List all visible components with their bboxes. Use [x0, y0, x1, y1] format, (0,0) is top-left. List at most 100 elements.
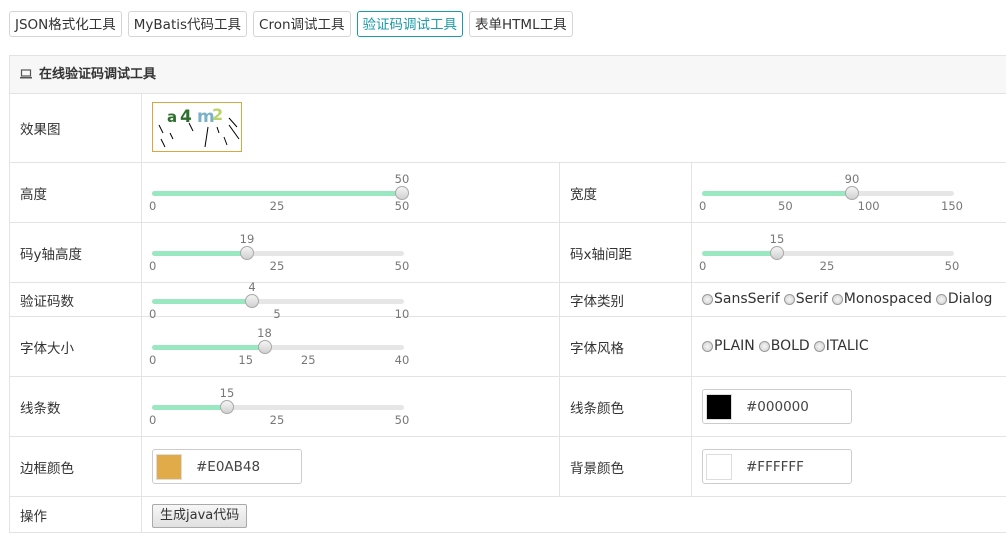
line-color-swatch[interactable] [706, 393, 732, 420]
slider-value-label: 50 [394, 172, 410, 186]
width-slider[interactable]: 90 0 50 100 150 [699, 172, 963, 217]
slider-handle[interactable] [845, 186, 859, 200]
line-count-slider[interactable]: 15 0 25 50 [149, 386, 409, 431]
slider-track[interactable] [152, 405, 404, 410]
font-family-label: 字体类别 [559, 283, 691, 316]
font-style-option[interactable]: BOLD [758, 338, 810, 354]
y-offset-label: 码y轴高度 [20, 246, 82, 263]
slider-tick-label: 25 [300, 353, 316, 367]
border-color-swatch[interactable] [156, 453, 182, 480]
slider-tick-label: 50 [778, 199, 793, 213]
slider-tick-label: 0 [699, 259, 707, 273]
slider-tick-label: 15 [238, 353, 254, 367]
slider-tick-label: 25 [269, 199, 285, 213]
option-label: Monospaced [843, 291, 932, 307]
height-label: 高度 [20, 186, 47, 203]
slider-tick-label: 50 [394, 199, 410, 213]
svg-text:4: 4 [180, 107, 192, 127]
slider-track[interactable] [152, 345, 404, 350]
slider-handle[interactable] [220, 400, 234, 414]
tab-cron[interactable]: Cron调试工具 [253, 11, 351, 37]
tab-json[interactable]: JSON格式化工具 [9, 11, 122, 37]
slider-handle[interactable] [257, 340, 272, 354]
option-label: BOLD [770, 338, 810, 354]
tab-form-html[interactable]: 表单HTML工具 [469, 11, 573, 37]
preview-label: 效果图 [20, 121, 61, 138]
radio-circle-icon [783, 293, 795, 305]
generate-java-code-button[interactable]: 生成java代码 [152, 504, 248, 528]
slider-tick-label: 50 [394, 413, 410, 427]
captcha-panel: 在线验证码调试工具 效果图 a 4 m 2 高度 宽度 50 0 25 50 9… [9, 55, 1006, 533]
slider-value-label: 90 [844, 172, 860, 186]
font-size-label: 字体大小 [20, 340, 74, 357]
radio-circle-icon [831, 293, 843, 305]
laptop-icon [20, 68, 32, 78]
font-style-option[interactable]: PLAIN [702, 338, 755, 354]
radio-circle-icon [758, 340, 770, 352]
slider-track[interactable] [702, 251, 954, 256]
font-style-radios: PLAIN BOLD ITALIC [702, 338, 873, 354]
slider-handle[interactable] [245, 294, 259, 308]
row-colors: 边框颜色 背景颜色 #E0AB48 #FFFFFF [10, 437, 1006, 497]
slider-fill [152, 345, 265, 350]
row-lines: 线条数 线条颜色 15 0 25 50 #000000 [10, 377, 1006, 437]
slider-tick-label: 25 [269, 413, 285, 427]
option-label: PLAIN [714, 338, 755, 354]
bg-color-value: #FFFFFF [746, 458, 804, 475]
action-label: 操作 [20, 509, 47, 525]
option-label: Serif [795, 291, 828, 307]
slider-tick-label: 50 [944, 259, 960, 273]
slider-track[interactable] [152, 299, 404, 304]
option-label: SansSerif [714, 291, 780, 307]
font-family-option[interactable]: Dialog [935, 291, 992, 307]
tab-mybatis[interactable]: MyBatis代码工具 [127, 11, 248, 37]
svg-text:a: a [167, 108, 177, 126]
slider-handle[interactable] [770, 246, 784, 260]
slider-tick-label: 0 [149, 353, 157, 367]
captcha-image[interactable]: a 4 m 2 [152, 102, 242, 152]
font-family-option[interactable]: SansSerif [702, 291, 780, 307]
row-action: 操作 生成java代码 [10, 497, 1006, 533]
border-color-picker[interactable]: #E0AB48 [152, 449, 302, 484]
code-count-label: 验证码数 [20, 293, 74, 310]
slider-tick-label: 25 [819, 259, 835, 273]
radio-circle-icon [702, 340, 713, 352]
row-count: 验证码数 字体类别 4 0 5 10 SansSerif Serif Monospac… [10, 280, 1006, 321]
slider-tick-label: 100 [857, 199, 880, 213]
slider-fill [702, 251, 777, 256]
row-font: 字体大小 字体风格 18 0 15 25 40 PLAIN BOLD ITALIC [10, 317, 1006, 377]
line-color-label: 线条颜色 [559, 377, 691, 436]
font-style-option[interactable]: ITALIC [813, 338, 869, 354]
y-offset-slider[interactable]: 19 0 25 50 [149, 232, 409, 277]
slider-fill [152, 251, 247, 256]
font-size-slider[interactable]: 18 0 15 25 40 [149, 326, 409, 371]
slider-track[interactable] [152, 191, 404, 196]
bg-color-picker[interactable]: #FFFFFF [702, 449, 852, 484]
height-slider[interactable]: 50 0 25 50 [149, 172, 409, 217]
font-family-radios: SansSerif Serif Monospaced Dialog [702, 291, 996, 307]
svg-text:2: 2 [212, 105, 223, 124]
slider-handle[interactable] [395, 186, 409, 200]
slider-track[interactable] [702, 191, 954, 196]
font-family-option[interactable]: Serif [783, 291, 828, 307]
radio-circle-icon [935, 293, 947, 305]
bg-color-label: 背景颜色 [559, 437, 691, 496]
slider-value-label: 15 [219, 386, 235, 400]
slider-tick-label: 0 [149, 259, 157, 273]
line-color-picker[interactable]: #000000 [702, 389, 852, 424]
line-count-label: 线条数 [20, 400, 61, 417]
slider-fill [152, 405, 227, 410]
x-spacing-slider[interactable]: 15 0 25 50 [699, 232, 959, 277]
tab-captcha[interactable]: 验证码调试工具 [356, 11, 464, 37]
slider-track[interactable] [152, 251, 404, 256]
border-color-value: #E0AB48 [196, 458, 261, 475]
bg-color-swatch[interactable] [706, 453, 732, 480]
slider-tick-label: 0 [149, 413, 157, 427]
width-label: 宽度 [559, 163, 691, 222]
font-family-option[interactable]: Monospaced [831, 291, 932, 307]
slider-handle[interactable] [240, 246, 254, 260]
line-color-value: #000000 [746, 398, 809, 415]
font-style-label: 字体风格 [559, 317, 691, 376]
slider-tick-label: 50 [394, 259, 410, 273]
slider-value-label: 4 [248, 280, 256, 294]
